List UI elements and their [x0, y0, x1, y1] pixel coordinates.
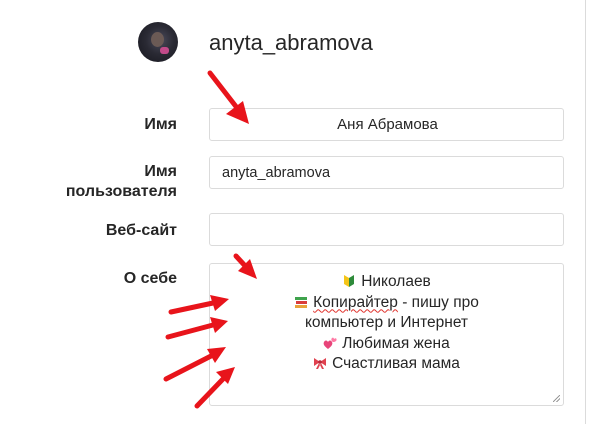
- profile-username-heading: anyta_abramova: [209, 30, 373, 55]
- textarea-resize-handle[interactable]: [553, 395, 560, 402]
- two-hearts-icon: [323, 336, 337, 350]
- bio-textarea[interactable]: Николаев Копирайтер - пишу про компьютер…: [209, 263, 564, 406]
- ribbon-icon: [313, 356, 327, 370]
- website-label: Веб-сайт: [105, 222, 177, 239]
- bio-line-4: Любимая жена: [210, 334, 563, 355]
- username-label-line1: Имя: [144, 163, 177, 180]
- username-label-line2: пользователя: [65, 183, 177, 200]
- avatar-face: [151, 32, 164, 47]
- username-label: Имя пользователя: [0, 162, 177, 202]
- name-label: Имя: [144, 116, 177, 133]
- name-field[interactable]: Аня Абрамова: [209, 108, 564, 141]
- username-field[interactable]: anyta_abramova: [209, 156, 564, 189]
- website-field[interactable]: [209, 213, 564, 246]
- bio-line-2-underlined-text: Копирайтер: [313, 293, 398, 311]
- bio-text: Николаев Копирайтер - пишу про компьютер…: [210, 272, 563, 375]
- bio-line-3-text: компьютер и Интернет: [304, 314, 469, 331]
- bio-label: О себе: [123, 270, 177, 287]
- page-right-border: [585, 0, 586, 424]
- bio-line-5-text: Счастливая мама: [332, 355, 460, 372]
- bio-line-2: Копирайтер - пишу про: [210, 293, 563, 314]
- avatar-detail: [160, 47, 169, 54]
- profile-avatar[interactable]: [138, 22, 178, 62]
- bio-line-5: Счастливая мама: [210, 354, 563, 375]
- bio-line-1: Николаев: [210, 272, 563, 293]
- bio-line-3: компьютер и Интернет: [210, 313, 563, 334]
- books-icon: [294, 295, 308, 309]
- bio-line-4-text: Любимая жена: [342, 334, 450, 352]
- bio-line-1-text: Николаев: [361, 273, 431, 290]
- username-field-value: anyta_abramova: [222, 164, 331, 181]
- bio-line-2-text: - пишу про: [397, 293, 479, 311]
- beginner-badge-icon: [342, 274, 356, 288]
- name-field-value: Аня Абрамова: [337, 116, 438, 133]
